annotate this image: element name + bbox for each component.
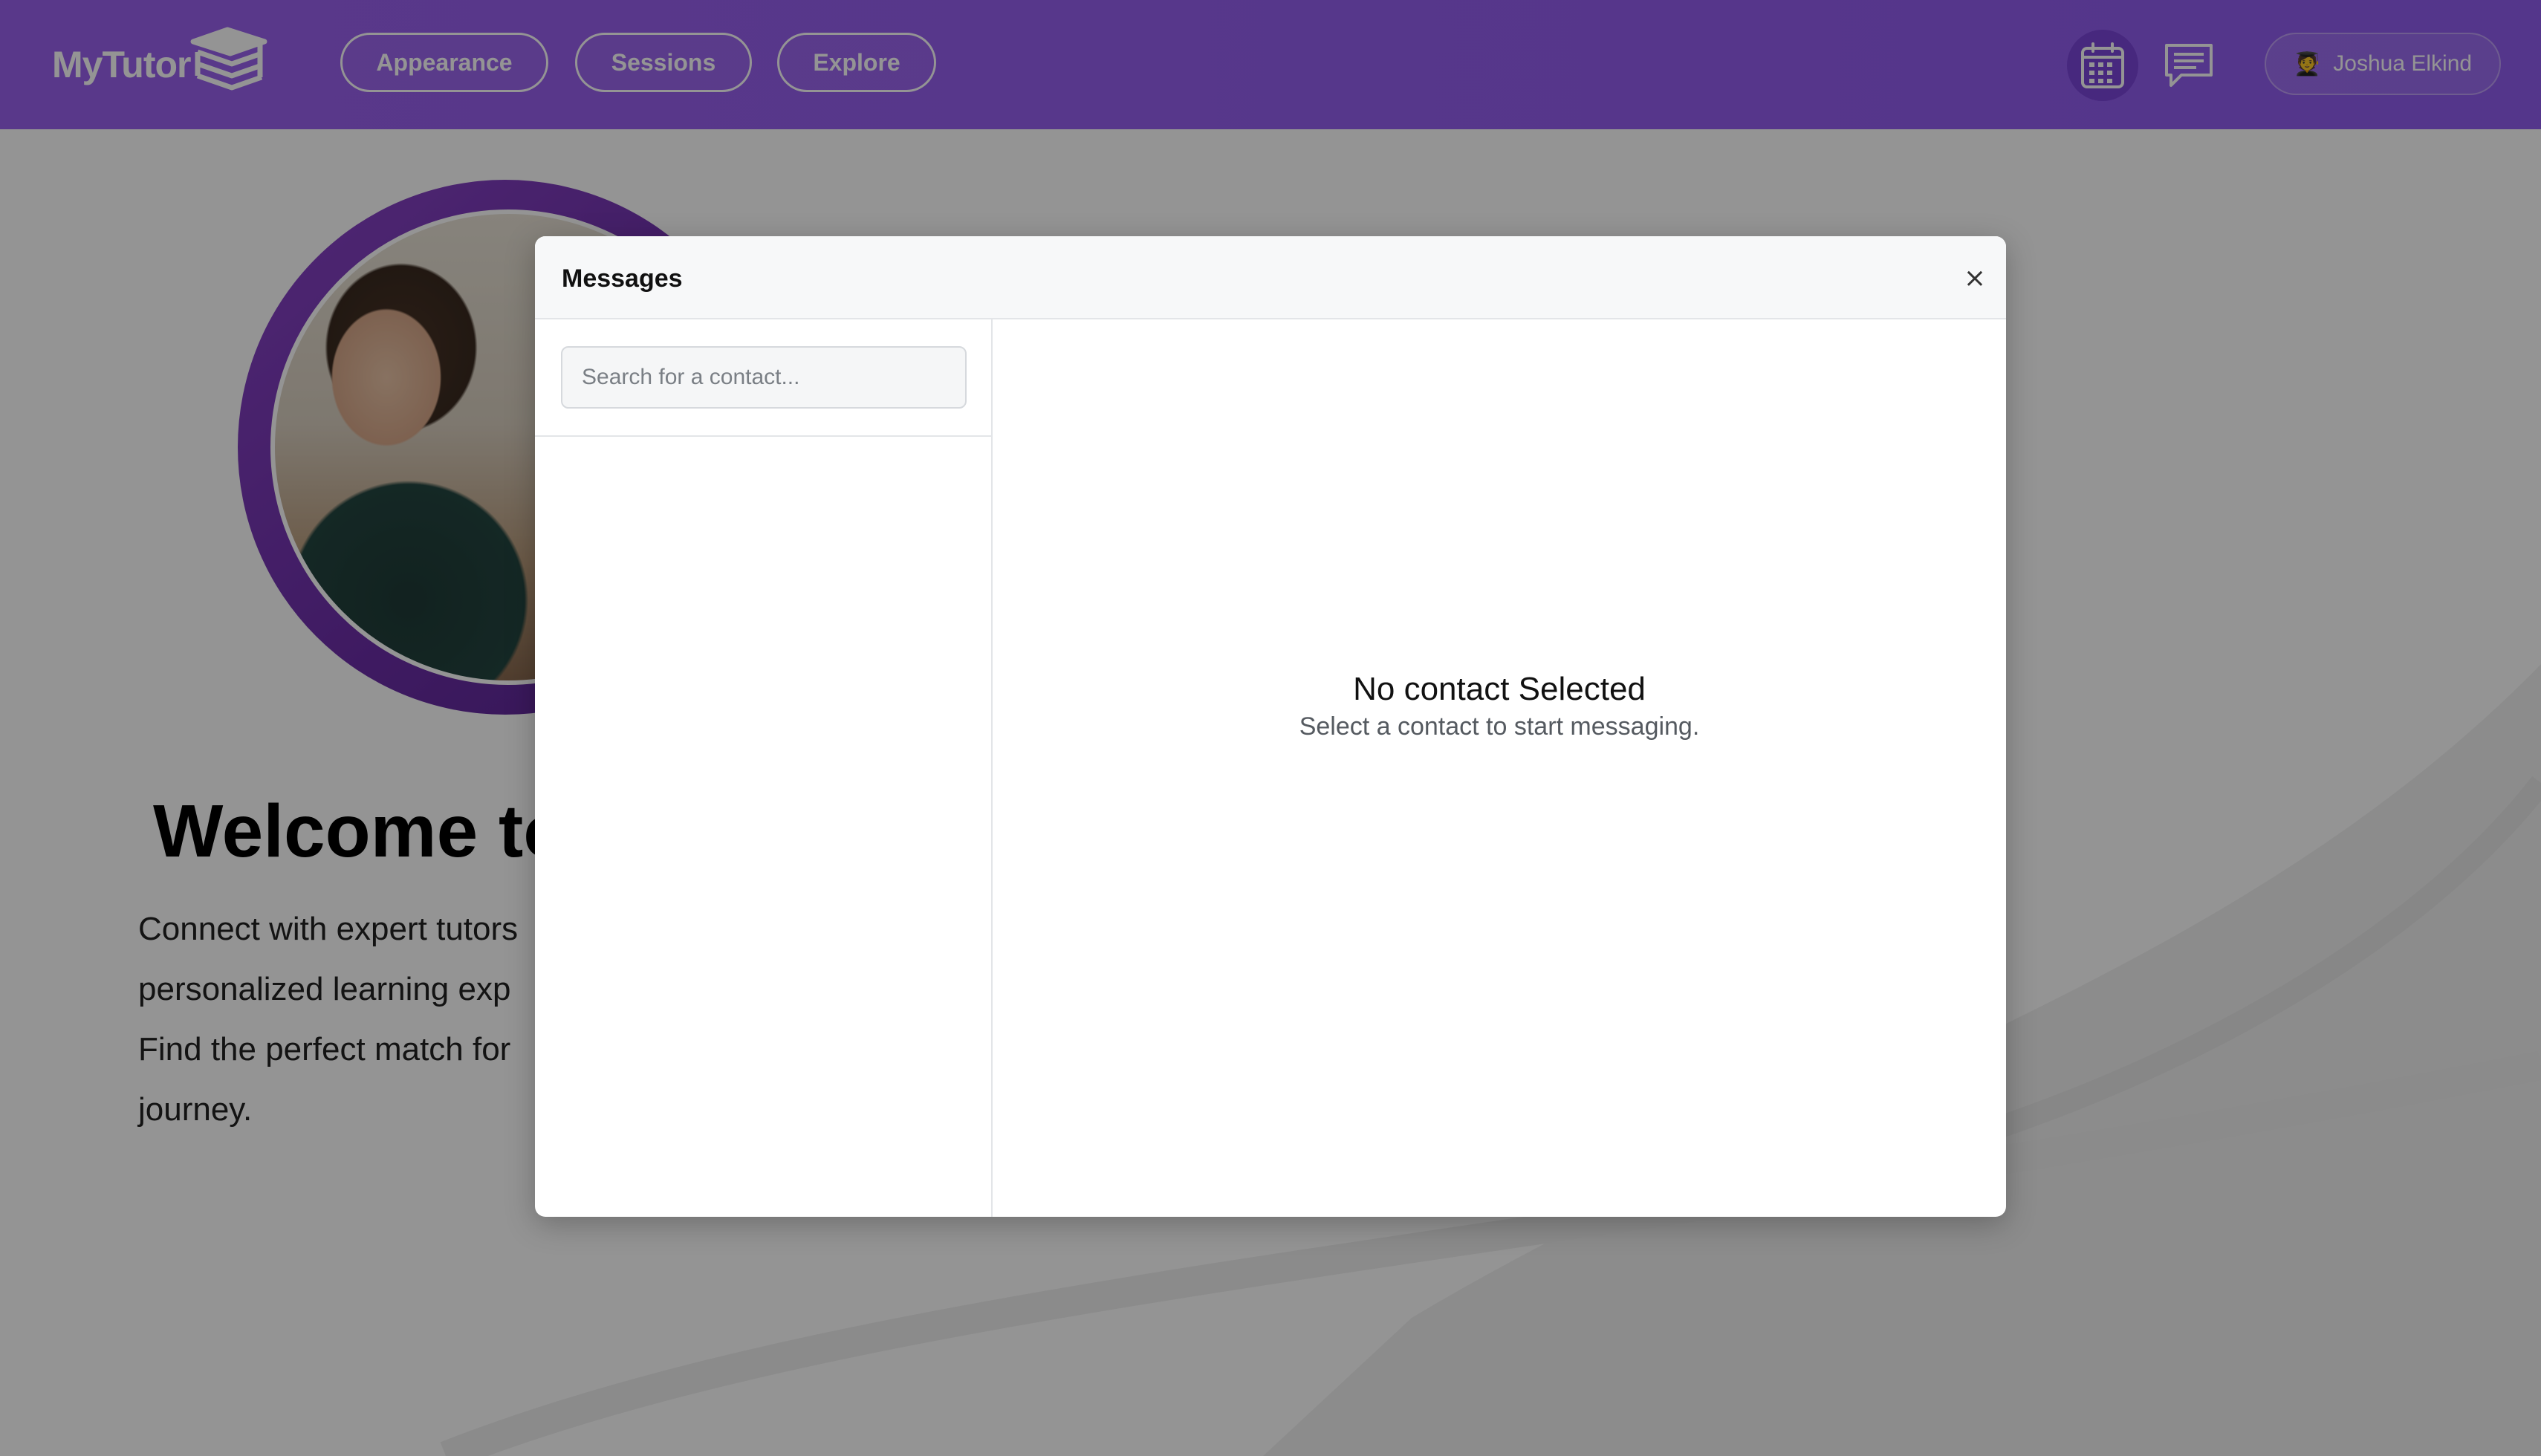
no-contact-empty-state: No contact Selected Select a contact to … bbox=[993, 669, 2006, 743]
contact-search-input[interactable] bbox=[561, 346, 967, 409]
chat-panel: No contact Selected Select a contact to … bbox=[993, 319, 2006, 1217]
messages-modal: Messages × No contact Selected Select a … bbox=[535, 236, 2006, 1217]
contacts-sidebar bbox=[535, 319, 993, 1217]
empty-state-subtitle: Select a contact to start messaging. bbox=[1299, 712, 1700, 741]
modal-title: Messages bbox=[562, 264, 683, 293]
modal-header: Messages × bbox=[535, 236, 2006, 319]
contact-search-area bbox=[535, 319, 991, 437]
contact-list bbox=[535, 437, 991, 1217]
empty-state-title: No contact Selected bbox=[1353, 671, 1646, 707]
close-button[interactable]: × bbox=[1960, 263, 1990, 293]
